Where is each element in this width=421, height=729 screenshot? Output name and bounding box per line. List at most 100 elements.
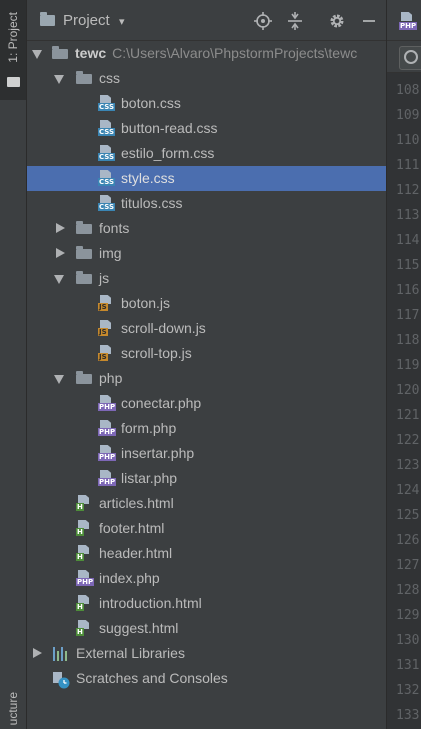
folder-icon: [76, 71, 92, 84]
structure-tool-tab[interactable]: ucture: [6, 692, 20, 725]
collapsed-arrow-icon[interactable]: [56, 223, 65, 233]
line-number: 123: [396, 458, 420, 473]
folder-icon: [7, 77, 20, 87]
tree-item-name: listar.php: [121, 470, 178, 486]
folder-icon: [52, 46, 68, 59]
gear-icon[interactable]: [326, 10, 348, 32]
php-file-icon: PHP: [98, 420, 117, 436]
editor-gutter: PHP 108 109 110 111 112 113 114 115 116 117 118 119…: [386, 0, 421, 729]
line-number: 114: [396, 233, 420, 248]
minimize-icon[interactable]: [358, 10, 380, 32]
tree-file[interactable]: JS scroll-down.js: [27, 316, 386, 341]
tree-file[interactable]: Harticles.html: [27, 491, 386, 516]
locate-icon[interactable]: [252, 10, 274, 32]
folder-icon: [76, 371, 92, 384]
tree-item-name: php: [99, 370, 123, 386]
tree-item-label: boton.js: [121, 295, 170, 311]
project-tool-tab[interactable]: 1: Project: [0, 0, 26, 100]
html-file-icon: H: [76, 495, 92, 511]
chevron-down-icon[interactable]: ▾: [119, 15, 125, 28]
tree-item-label: css: [99, 70, 120, 86]
js-file-icon: JS: [98, 295, 114, 311]
tree-file[interactable]: Hintroduction.html: [27, 591, 386, 616]
line-number: 124: [396, 483, 420, 498]
tree-item-label: index.php: [99, 570, 160, 586]
tree-file[interactable]: JS boton.js: [27, 291, 386, 316]
line-number: 113: [396, 208, 420, 223]
tree-folder-js[interactable]: js: [27, 266, 386, 291]
line-number: 127: [396, 558, 420, 573]
tree-item-label: insertar.php: [121, 445, 194, 461]
html-file-icon: H: [76, 545, 92, 561]
tree-item-name: tewc: [75, 45, 107, 61]
tree-file[interactable]: Hheader.html: [27, 541, 386, 566]
html-file-icon: H: [76, 620, 92, 636]
tree-item-label: conectar.php: [121, 395, 201, 411]
editor-tab[interactable]: PHP: [387, 0, 421, 41]
tree-file[interactable]: PHP listar.php: [27, 466, 386, 491]
tree-file[interactable]: CSS estilo_form.css: [27, 141, 386, 166]
tree-file[interactable]: PHP conectar.php: [27, 391, 386, 416]
tree-item-name: Scratches and Consoles: [76, 670, 228, 686]
expanded-arrow-icon[interactable]: [32, 50, 42, 59]
tree-file[interactable]: PHP index.php: [27, 566, 386, 591]
css-file-icon: CSS: [98, 195, 116, 211]
collapse-all-icon[interactable]: [284, 10, 306, 32]
tree-folder-css[interactable]: css: [27, 66, 386, 91]
tree-file[interactable]: PHP form.php: [27, 416, 386, 441]
line-number: 128: [396, 583, 420, 598]
html-file-icon: H: [76, 595, 92, 611]
tree-root-tewc[interactable]: tewc C:\Users\Alvaro\PhpstormProjects\tew…: [27, 41, 386, 66]
tree-item-label: footer.html: [99, 520, 164, 536]
tree-external-libraries[interactable]: External Libraries: [27, 641, 386, 666]
line-number: 116: [396, 283, 420, 298]
tree-file[interactable]: CSS button-read.css: [27, 116, 386, 141]
line-number: 125: [396, 508, 420, 523]
folder-icon: [76, 246, 92, 259]
folder-icon: [40, 12, 55, 26]
expanded-arrow-icon[interactable]: [54, 375, 64, 384]
collapsed-arrow-icon[interactable]: [56, 248, 65, 258]
search-input[interactable]: [399, 46, 421, 70]
tree-item-name: estilo_form.css: [121, 145, 215, 161]
tree-item-name: form.php: [121, 420, 177, 436]
tree-file[interactable]: JS scroll-top.js: [27, 341, 386, 366]
tree-file[interactable]: Hfooter.html: [27, 516, 386, 541]
collapsed-arrow-icon[interactable]: [33, 648, 42, 658]
view-selector[interactable]: Project: [63, 12, 110, 29]
tree-item-label: boton.css: [121, 95, 181, 111]
expanded-arrow-icon[interactable]: [54, 275, 64, 284]
tree-file[interactable]: PHP insertar.php: [27, 441, 386, 466]
tree-item-label: button-read.css: [121, 120, 218, 136]
line-number: 129: [396, 608, 420, 623]
tree-file[interactable]: CSS style.css: [27, 166, 386, 191]
html-file-icon: H: [76, 520, 92, 536]
tree-item-label: img: [99, 245, 122, 261]
php-file-icon: PHP: [399, 12, 418, 30]
tree-file[interactable]: CSS titulos.css: [27, 191, 386, 216]
line-number: 133: [396, 708, 420, 723]
tree-item-label: form.php: [121, 420, 176, 436]
tree-folder-php[interactable]: php: [27, 366, 386, 391]
tree-item-name: articles.html: [99, 495, 174, 511]
tree-item-name: style.css: [121, 170, 175, 186]
tool-window-strip: 1: Project ucture: [0, 0, 27, 729]
tree-file[interactable]: Hsuggest.html: [27, 616, 386, 641]
expanded-arrow-icon[interactable]: [54, 75, 64, 84]
tree-item-name: scroll-top.js: [121, 345, 192, 361]
folder-icon: [76, 271, 92, 284]
tree-item-label: header.html: [99, 545, 172, 561]
tree-item-name: button-read.css: [121, 120, 218, 136]
tree-scratches-and-consoles[interactable]: Scratches and Consoles: [27, 666, 386, 691]
project-tool-tab-label: 1: Project: [6, 12, 20, 63]
tree-folder-fonts[interactable]: fonts: [27, 216, 386, 241]
line-number: 108: [396, 83, 420, 98]
css-file-icon: CSS: [98, 145, 116, 161]
line-number: 110: [396, 133, 420, 148]
line-number: 111: [396, 158, 420, 173]
tree-folder-img[interactable]: img: [27, 241, 386, 266]
php-file-icon: PHP: [98, 470, 117, 486]
tree-item-label: php: [99, 370, 122, 386]
project-panel: Project ▾ tewc C:\Users\Alvaro\PhpstormPr…: [27, 0, 386, 729]
tree-file[interactable]: CSS boton.css: [27, 91, 386, 116]
